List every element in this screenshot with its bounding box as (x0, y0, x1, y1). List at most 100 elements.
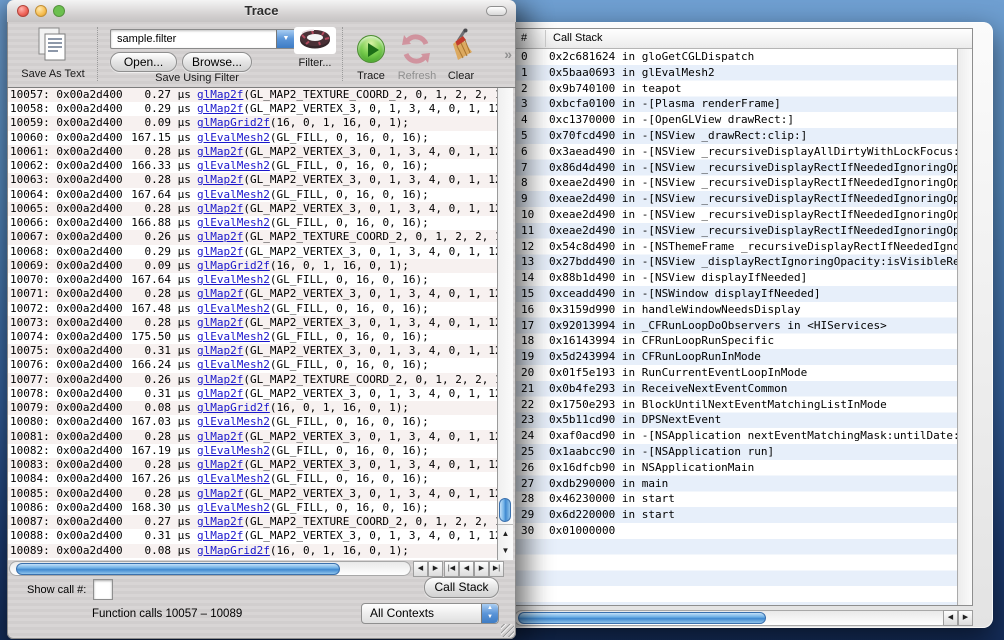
call-stack-row[interactable]: 180x16143994 in CFRunLoopRunSpecific (515, 333, 957, 349)
gl-function-link[interactable]: glMapGrid2f (197, 401, 270, 414)
trace-call-row[interactable]: 10065: 0x00a2d4000.28 µs glMap2f(GL_MAP2… (8, 202, 497, 216)
gl-function-link[interactable]: glMap2f (197, 487, 243, 500)
contexts-popup[interactable]: All Contexts ▲▼ (361, 603, 499, 624)
trace-call-row[interactable]: 10084: 0x00a2d400167.26 µs glEvalMesh2(G… (8, 472, 497, 486)
filter-combobox[interactable]: sample.filter ▼ (110, 29, 296, 49)
call-stack-row[interactable]: 10x5baa0693 in glEvalMesh2 (515, 65, 957, 81)
call-stack-row[interactable]: 250x1aabcc90 in -[NSApplication run] (515, 444, 957, 460)
trace-call-row[interactable]: 10075: 0x00a2d4000.31 µs glMap2f(GL_MAP2… (8, 344, 497, 358)
call-stack-row[interactable]: 30xbcfa0100 in -[Plasma renderFrame] (515, 96, 957, 112)
trace-horizontal-scrollbar[interactable]: ◀▶ |◀◀▶▶| (7, 560, 516, 577)
gl-function-link[interactable]: glMap2f (197, 245, 243, 258)
scrollbar-track[interactable] (9, 561, 411, 576)
gl-function-link[interactable]: glEvalMesh2 (197, 188, 270, 201)
gl-function-link[interactable]: glEvalMesh2 (197, 501, 270, 514)
page-next-button[interactable]: ▶ (474, 561, 489, 577)
call-stack-row[interactable]: 80xeae2d490 in -[NSView _recursiveDispla… (515, 175, 957, 191)
show-call-input[interactable] (93, 579, 113, 600)
trace-call-row[interactable]: 10058: 0x00a2d4000.29 µs glMap2f(GL_MAP2… (8, 102, 497, 116)
scrollbar-thumb[interactable] (499, 498, 511, 522)
trace-call-row[interactable]: 10073: 0x00a2d4000.28 µs glMap2f(GL_MAP2… (8, 316, 497, 330)
trace-call-row[interactable]: 10083: 0x00a2d4000.28 µs glMap2f(GL_MAP2… (8, 458, 497, 472)
scroll-left-button[interactable]: ◀ (943, 610, 958, 626)
scroll-right-button[interactable]: ▶ (428, 561, 443, 577)
gl-function-link[interactable]: glMap2f (197, 102, 243, 115)
scrollbar-thumb[interactable] (16, 563, 340, 575)
scrollbar-track[interactable] (514, 610, 950, 626)
gl-function-link[interactable]: glEvalMesh2 (197, 216, 270, 229)
trace-call-row[interactable]: 10057: 0x00a2d4000.27 µs glMap2f(GL_MAP2… (8, 88, 497, 102)
gl-function-link[interactable]: glMap2f (197, 316, 243, 329)
call-stack-row[interactable]: 200x01f5e193 in RunCurrentEventLoopInMod… (515, 365, 957, 381)
trace-call-row[interactable]: 10087: 0x00a2d4000.27 µs glMap2f(GL_MAP2… (8, 515, 497, 529)
gl-function-link[interactable]: glMapGrid2f (197, 544, 270, 557)
trace-call-row[interactable]: 10067: 0x00a2d4000.26 µs glMap2f(GL_MAP2… (8, 230, 497, 244)
trace-call-row[interactable]: 10076: 0x00a2d400166.24 µs glEvalMesh2(G… (8, 358, 497, 372)
gl-function-link[interactable]: glMap2f (197, 387, 243, 400)
toolbar-overflow-chevron[interactable]: » (504, 46, 512, 62)
gl-function-link[interactable]: glMap2f (197, 515, 243, 528)
callstack-horizontal-scrollbar[interactable]: ◀▶ (514, 610, 973, 626)
gl-function-link[interactable]: glMap2f (197, 202, 243, 215)
gl-function-link[interactable]: glEvalMesh2 (197, 415, 270, 428)
title-bar[interactable]: Trace (7, 0, 516, 22)
call-stack-row[interactable]: 290x6d220000 in start (515, 507, 957, 523)
gl-function-link[interactable]: glMapGrid2f (197, 116, 270, 129)
call-stack-row[interactable]: 120x54c8d490 in -[NSThemeFrame _recursiv… (515, 239, 957, 255)
call-stack-row[interactable]: 220x1750e293 in BlockUntilNextEventMatch… (515, 397, 957, 413)
trace-call-list[interactable]: 10057: 0x00a2d4000.27 µs glMap2f(GL_MAP2… (8, 88, 497, 560)
gl-function-link[interactable]: glMap2f (197, 458, 243, 471)
gl-function-link[interactable]: glMap2f (197, 88, 243, 101)
call-stack-row[interactable]: 240xaf0acd90 in -[NSApplication nextEven… (515, 428, 957, 444)
trace-call-row[interactable]: 10070: 0x00a2d400167.64 µs glEvalMesh2(G… (8, 273, 497, 287)
scroll-left-button[interactable]: ◀ (413, 561, 428, 577)
trace-vertical-scrollbar[interactable]: ▲ ▼ (497, 88, 513, 560)
scroll-right-button[interactable]: ▶ (958, 610, 973, 626)
gl-function-link[interactable]: glEvalMesh2 (197, 273, 270, 286)
trace-call-row[interactable]: 10088: 0x00a2d4000.31 µs glMap2f(GL_MAP2… (8, 529, 497, 543)
call-stack-row[interactable]: 280x46230000 in start (515, 491, 957, 507)
call-stack-row[interactable]: 170x92013994 in _CFRunLoopDoObservers in… (515, 318, 957, 334)
call-stack-row[interactable]: 40xc1370000 in -[OpenGLView drawRect:] (515, 112, 957, 128)
gl-function-link[interactable]: glMap2f (197, 173, 243, 186)
page-prev-button[interactable]: ◀ (459, 561, 474, 577)
trace-call-row[interactable]: 10086: 0x00a2d400168.30 µs glEvalMesh2(G… (8, 501, 497, 515)
trace-call-row[interactable]: 10063: 0x00a2d4000.28 µs glMap2f(GL_MAP2… (8, 173, 497, 187)
call-stack-row[interactable]: 230x5b11cd90 in DPSNextEvent (515, 412, 957, 428)
gl-function-link[interactable]: glEvalMesh2 (197, 131, 270, 144)
call-stack-row[interactable]: 130x27bdd490 in -[NSView _displayRectIgn… (515, 254, 957, 270)
gl-function-link[interactable]: glMap2f (197, 287, 243, 300)
call-stack-button[interactable]: Call Stack (424, 577, 499, 598)
call-stack-row[interactable]: 110xeae2d490 in -[NSView _recursiveDispl… (515, 223, 957, 239)
trace-call-row[interactable]: 10060: 0x00a2d400167.15 µs glEvalMesh2(G… (8, 131, 497, 145)
gl-function-link[interactable]: glMap2f (197, 230, 243, 243)
page-last-button[interactable]: ▶| (489, 561, 504, 577)
gl-function-link[interactable]: glEvalMesh2 (197, 358, 270, 371)
call-stack-row[interactable]: 100xeae2d490 in -[NSView _recursiveDispl… (515, 207, 957, 223)
open-button[interactable]: Open... (110, 52, 177, 72)
call-stack-row[interactable]: 270xdb290000 in main (515, 476, 957, 492)
toolbar-toggle-button[interactable] (486, 6, 507, 16)
trace-call-row[interactable]: 10077: 0x00a2d4000.26 µs glMap2f(GL_MAP2… (8, 373, 497, 387)
trace-call-row[interactable]: 10078: 0x00a2d4000.31 µs glMap2f(GL_MAP2… (8, 387, 497, 401)
trace-button[interactable] (357, 35, 385, 63)
call-stack-row[interactable]: 70x86d4d490 in -[NSView _recursiveDispla… (515, 160, 957, 176)
trace-call-row[interactable]: 10068: 0x00a2d4000.29 µs glMap2f(GL_MAP2… (8, 245, 497, 259)
gl-function-link[interactable]: glMap2f (197, 344, 243, 357)
trace-call-row[interactable]: 10074: 0x00a2d400175.50 µs glEvalMesh2(G… (8, 330, 497, 344)
trace-call-row[interactable]: 10089: 0x00a2d4000.08 µs glMapGrid2f(16,… (8, 544, 497, 558)
call-stack-row[interactable]: 160x3159d990 in handleWindowNeedsDisplay (515, 302, 957, 318)
gl-function-link[interactable]: glMap2f (197, 529, 243, 542)
trace-call-row[interactable]: 10062: 0x00a2d400166.33 µs glEvalMesh2(G… (8, 159, 497, 173)
trace-call-row[interactable]: 10064: 0x00a2d400167.64 µs glEvalMesh2(G… (8, 188, 497, 202)
call-stack-row[interactable]: 00x2c681624 in gloGetCGLDispatch (515, 49, 957, 65)
gl-function-link[interactable]: glEvalMesh2 (197, 330, 270, 343)
trace-call-row[interactable]: 10069: 0x00a2d4000.09 µs glMapGrid2f(16,… (8, 259, 497, 273)
call-stack-row[interactable]: 260x16dfcb90 in NSApplicationMain (515, 460, 957, 476)
trace-call-row[interactable]: 10080: 0x00a2d400167.03 µs glEvalMesh2(G… (8, 415, 497, 429)
call-stack-row[interactable]: 210x0b4fe293 in ReceiveNextEventCommon (515, 381, 957, 397)
call-stack-row[interactable]: 90xeae2d490 in -[NSView _recursiveDispla… (515, 191, 957, 207)
scroll-down-button[interactable]: ▼ (498, 542, 513, 560)
gl-function-link[interactable]: glMapGrid2f (197, 259, 270, 272)
gl-function-link[interactable]: glMap2f (197, 430, 243, 443)
